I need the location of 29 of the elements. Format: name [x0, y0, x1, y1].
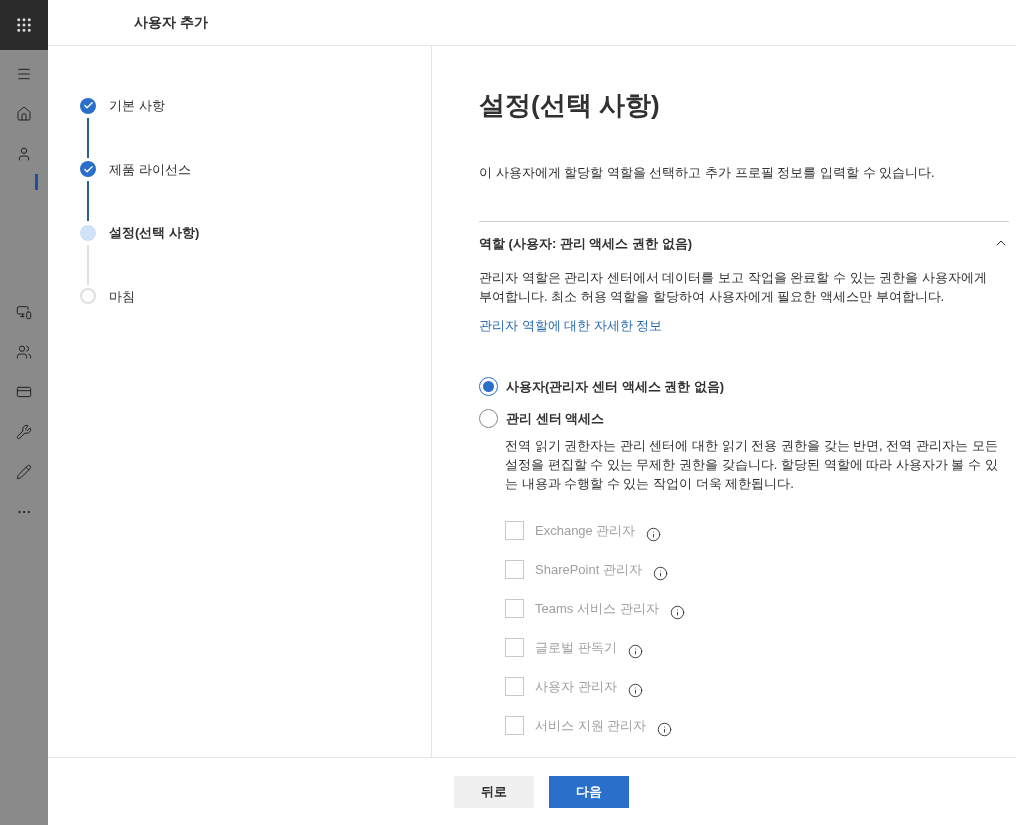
back-button[interactable]: 뒤로	[453, 775, 534, 808]
info-icon[interactable]	[646, 527, 662, 542]
learn-more-link[interactable]: 관리자 역할에 대한 자세한 정보	[479, 316, 663, 336]
intro-text: 이 사용자에게 할당할 역할을 선택하고 추가 프로필 정보를 입력할 수 있습니다.	[479, 164, 936, 182]
info-icon[interactable]	[669, 605, 685, 620]
role-description: 관리자 역할은 관리자 센터에서 데이터를 보고 작업을 완료할 수 있는 권한을 사용자에게 부여합니다. 최소 허용 역할을 할당하여 사용자에게 필요한 액세스만 부여합니다.	[479, 269, 988, 306]
next-button[interactable]: 다음	[548, 775, 629, 808]
step-label: 설정(선택 사항)	[109, 224, 200, 242]
page-title: 사용자 추가	[134, 13, 208, 32]
checkbox-label: 글로벌 판독기	[535, 638, 617, 657]
info-icon[interactable]	[652, 566, 668, 581]
step-label: 기본 사항	[109, 97, 165, 115]
checkbox-label: SharePoint 관리자	[535, 560, 642, 579]
info-icon[interactable]	[627, 644, 643, 659]
checkbox-label: Exchange 관리자	[535, 521, 636, 540]
radio-label: 관리 센터 액세스	[506, 409, 605, 428]
checkbox-label: 사용자 관리자	[535, 677, 617, 696]
active-indicator	[35, 174, 38, 190]
info-icon[interactable]	[627, 683, 643, 698]
option-description: 전역 읽기 권한자는 관리 센터에 대한 읽기 전용 권한을 갖는 반면, 전역 관리자는 모든 설정을 편집할 수 있는 무제한 권한을 갖습니다. 할당된 역할에 따라 사용자가 볼 수 있는 내용과 수행할 수 있는 작업이 더욱 제한됩니다.	[504, 437, 999, 493]
step-label: 제품 라이선스	[109, 160, 191, 179]
checkbox-label: 서비스 지원 관리자	[535, 716, 647, 735]
radio-label: 사용자(관리자 센터 액세스 권한 없음)	[506, 378, 725, 396]
info-icon[interactable]	[657, 722, 673, 737]
role-accordion-header[interactable]: 역할 (사용자: 관리 액세스 권한 없음)	[479, 221, 1009, 265]
step-label: 마침	[109, 287, 135, 306]
section-heading: 설정(선택 사항)	[479, 89, 661, 122]
checkbox-label: Teams 서비스 관리자	[535, 599, 659, 618]
app-launcher-icon[interactable]	[15, 16, 33, 34]
